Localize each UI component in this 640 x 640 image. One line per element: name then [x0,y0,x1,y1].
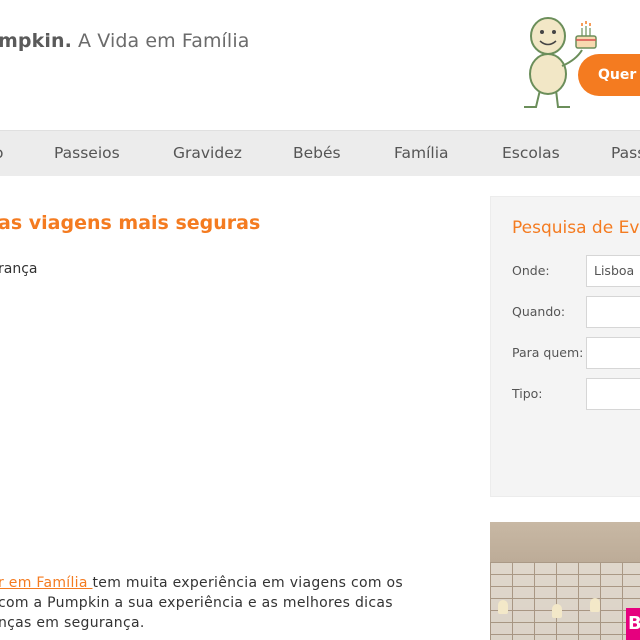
when-input[interactable] [586,296,640,328]
nav-item-gravidez[interactable]: Gravidez [173,131,242,177]
site-title[interactable]: mpkin. A Vida em Família [0,30,249,52]
site-header: mpkin. A Vida em Família Quer v [0,0,640,130]
nav-item-familia[interactable]: Família [394,131,449,177]
type-label: Tipo: [512,386,543,401]
ad-background [490,562,640,640]
article-line-3: nças em segurança. [0,615,145,631]
article-line-1-text: tem muita experiência em viagens com os [92,575,403,591]
event-search-panel: Pesquisa de Ev Onde: Lisboa Quando: Para… [490,196,640,497]
nav-item-bebes[interactable]: Bebés [293,131,341,177]
article-link[interactable]: r em Família [0,575,93,591]
article-title: as viagens mais seguras [0,212,261,234]
article-line-1: r em Família tem muita experiência em vi… [0,573,468,593]
cta-button[interactable]: Quer v [578,54,640,96]
main-nav: o Passeios Gravidez Bebés Família Escola… [0,130,640,176]
site-tagline: A Vida em Família [71,30,250,52]
for-whom-label: Para quem: [512,345,584,360]
ad-lamp-icon [590,598,600,612]
type-select[interactable] [586,378,640,410]
nav-item-next[interactable]: Pass [611,131,640,177]
nav-item-escolas[interactable]: Escolas [502,131,560,177]
article-body: r em Família tem muita experiência em vi… [0,573,468,633]
ad-banner[interactable] [490,522,640,640]
article-subtitle: rança [0,261,38,277]
ad-lamp-icon [552,604,562,618]
site-brand[interactable]: mpkin. [0,30,72,52]
where-select[interactable]: Lisboa [586,255,640,287]
search-panel-title: Pesquisa de Ev [512,218,640,238]
article-line-2: com a Pumpkin a sua experiência e as mel… [0,595,393,611]
ad-lamp-icon [498,600,508,614]
when-label: Quando: [512,304,566,319]
where-label: Onde: [512,263,550,278]
nav-item-previous[interactable]: o [0,131,3,177]
nav-item-passeios[interactable]: Passeios [54,131,120,177]
for-whom-select[interactable] [586,337,640,369]
ad-brand-text[interactable]: BO [626,608,640,640]
